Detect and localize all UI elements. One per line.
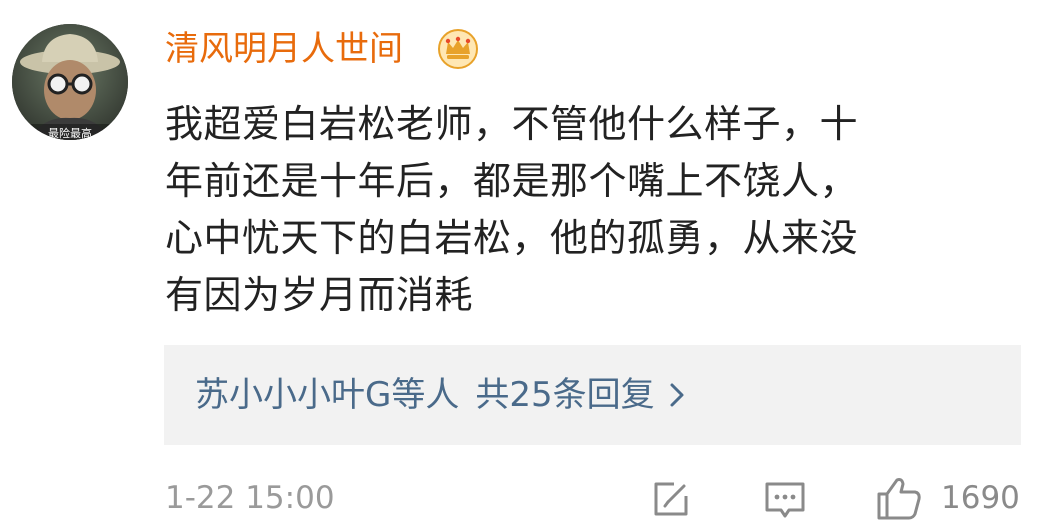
timestamp: 1-22 15:00 [165, 480, 335, 516]
chevron-right-icon [669, 377, 685, 417]
comment-line: 我超爱白岩松老师，不管他什么样子，十 [165, 102, 859, 146]
avatar[interactable]: 最险最高 [12, 24, 128, 140]
comment-icon[interactable] [763, 478, 807, 522]
comment-line: 有因为岁月而消耗 [165, 273, 474, 317]
reply-names: 苏小小小叶G等人 [195, 375, 460, 415]
reply-preview-box[interactable]: 苏小小小叶G等人 共25条回复 [164, 345, 1021, 445]
comment-line: 心中忧天下的白岩松，他的孤勇，从来没 [165, 216, 859, 260]
avatar-caption: 最险最高 [48, 126, 92, 140]
username[interactable]: 清风明月人世间 [165, 26, 403, 72]
crown-icon [437, 28, 479, 70]
comment-line: 年前还是十年后，都是那个嘴上不饶人， [165, 159, 859, 203]
thumbs-up-icon[interactable] [875, 474, 923, 522]
like-count[interactable]: 1690 [941, 478, 1020, 518]
comment-text: 我超爱白岩松老师，不管他什么样子，十 年前还是十年后，都是那个嘴上不饶人， 心中… [165, 96, 965, 324]
view-replies-link[interactable]: 苏小小小叶G等人 共25条回复 [195, 375, 685, 417]
edit-icon[interactable] [650, 478, 692, 520]
reply-count: 共25条回复 [475, 375, 655, 415]
